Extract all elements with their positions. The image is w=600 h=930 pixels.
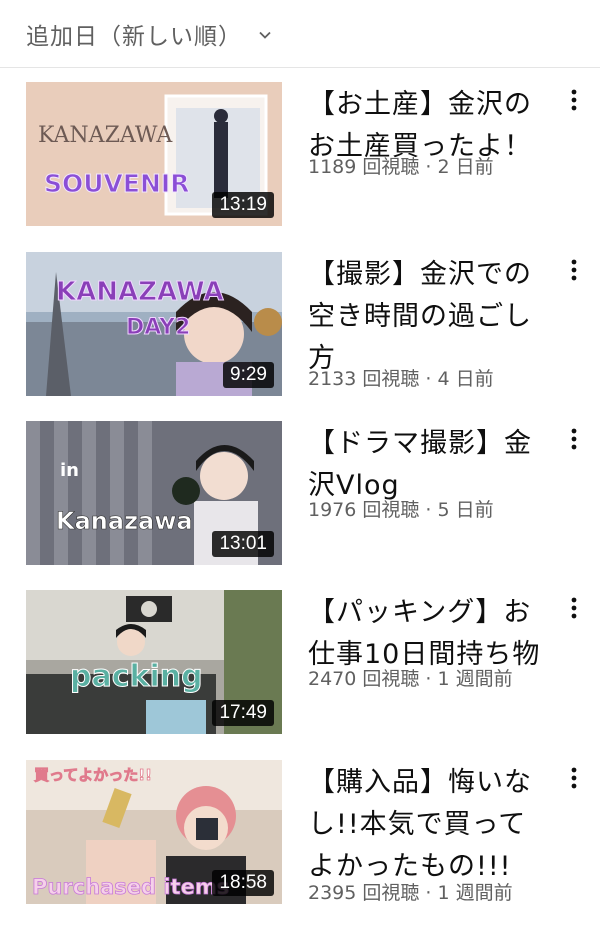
more-options-icon[interactable]	[562, 88, 586, 112]
video-item[interactable]: 買ってよかった!! Purchased items 18:58 【購入品】悔いな…	[0, 760, 600, 910]
sort-selector[interactable]: 追加日（新しい順）	[0, 0, 600, 68]
video-duration: 17:49	[212, 700, 274, 726]
video-duration: 9:29	[223, 362, 274, 388]
more-options-icon[interactable]	[562, 258, 586, 282]
video-meta: 1189 回視聴 · 2 日前	[308, 156, 494, 178]
video-duration: 13:19	[212, 192, 274, 218]
more-options-icon[interactable]	[562, 766, 586, 790]
video-item[interactable]: in Kanazawa 13:01 【ドラマ撮影】金沢Vlog 1976 回視聴…	[0, 421, 600, 571]
thumb-text-1: 買ってよかった!!	[34, 766, 152, 784]
video-thumbnail[interactable]: 買ってよかった!! Purchased items 18:58	[26, 760, 282, 904]
video-title[interactable]: 【購入品】悔いなし!!本気で買ってよかったもの!!!	[308, 762, 548, 888]
video-duration: 18:58	[212, 870, 274, 896]
video-meta: 2470 回視聴 · 1 週間前	[308, 668, 513, 690]
thumb-text-2: Kanazawa	[56, 507, 193, 535]
thumb-text-2: SOUVENIR	[44, 169, 189, 198]
video-thumbnail[interactable]: in Kanazawa 13:01	[26, 421, 282, 565]
sort-label: 追加日（新しい順）	[26, 23, 242, 50]
video-duration: 13:01	[212, 531, 274, 557]
thumb-text-2: Purchased items	[32, 875, 229, 899]
video-item[interactable]: KANAZAWA SOUVENIR 13:19 【お土産】金沢のお土産買ったよ！…	[0, 82, 600, 232]
thumb-text-1: in	[60, 460, 79, 481]
video-thumbnail[interactable]: packing 17:49	[26, 590, 282, 734]
video-thumbnail[interactable]: KANAZAWA DAY2 9:29	[26, 252, 282, 396]
video-meta: 2133 回視聴 · 4 日前	[308, 368, 494, 390]
chevron-down-icon	[258, 27, 272, 41]
thumb-text-2: DAY2	[126, 315, 190, 340]
thumb-text-1: packing	[70, 659, 203, 694]
video-title[interactable]: 【撮影】金沢での空き時間の過ごし方	[308, 254, 548, 380]
video-meta: 2395 回視聴 · 1 週間前	[308, 882, 513, 904]
more-options-icon[interactable]	[562, 596, 586, 620]
video-item[interactable]: KANAZAWA DAY2 9:29 【撮影】金沢での空き時間の過ごし方 213…	[0, 252, 600, 402]
video-item[interactable]: packing 17:49 【パッキング】お仕事10日間持ち物 2470 回視聴…	[0, 590, 600, 740]
video-meta: 1976 回視聴 · 5 日前	[308, 499, 494, 521]
thumb-text-1: KANAZAWA	[38, 123, 173, 148]
thumb-text-1: KANAZAWA	[56, 277, 224, 307]
video-thumbnail[interactable]: KANAZAWA SOUVENIR 13:19	[26, 82, 282, 226]
more-options-icon[interactable]	[562, 427, 586, 451]
